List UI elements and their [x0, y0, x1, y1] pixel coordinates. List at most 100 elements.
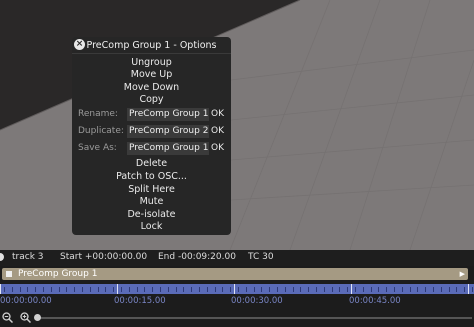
zoom-out-icon[interactable] [2, 312, 13, 323]
ruler-tick [386, 287, 388, 292]
clip-precomp-group[interactable]: PreComp Group 1 ▶ [2, 268, 468, 280]
ruler-tick [331, 287, 333, 292]
ruler-tick [19, 287, 21, 292]
time-label: 00:00:00.00 [0, 296, 52, 306]
ruler-tick [66, 287, 68, 292]
ruler-tick [378, 287, 380, 292]
copy-button[interactable]: Copy [72, 94, 231, 105]
ruler-tick [456, 287, 458, 292]
ungroup-button[interactable]: Ungroup [72, 57, 231, 68]
ruler-tick [394, 287, 395, 292]
mute-button[interactable]: Mute [72, 196, 231, 207]
lock-button[interactable]: Lock [72, 221, 231, 232]
zoom-slider-handle[interactable] [34, 314, 41, 321]
ruler-tick [82, 287, 83, 292]
move-down-button[interactable]: Move Down [72, 82, 231, 93]
ruler-tick [214, 287, 216, 292]
ruler-tick [191, 287, 193, 292]
ruler-tick [27, 287, 29, 292]
ruler-major-tick [351, 284, 352, 294]
ruler-tick [206, 287, 208, 292]
ruler-tick [175, 287, 177, 292]
ruler-tick [97, 287, 99, 292]
rename-row: Rename: PreComp Group 1 OK [76, 108, 228, 121]
clip-label: PreComp Group 1 [18, 269, 98, 279]
ruler-tick [43, 287, 44, 292]
ruler-tick [425, 287, 427, 292]
ruler-tick [121, 287, 122, 292]
timeline-ruler[interactable] [0, 284, 474, 294]
duplicate-label: Duplicate: [78, 126, 124, 136]
de-isolate-button[interactable]: De-isolate [72, 209, 231, 220]
duplicate-row: Duplicate: PreComp Group 2 OK [76, 125, 228, 138]
time-label: 00:00:15.00 [114, 296, 166, 306]
duplicate-field[interactable]: PreComp Group 2 [127, 125, 209, 138]
ruler-tick [269, 287, 271, 292]
ruler-tick [448, 287, 450, 292]
time-label: 00:00:30.00 [231, 296, 283, 306]
ruler-tick [222, 287, 224, 292]
ruler-tick [409, 287, 411, 292]
ruler-tick [105, 287, 107, 292]
ruler-tick [167, 287, 169, 292]
ruler-tick [11, 287, 13, 292]
ruler-tick [339, 287, 341, 292]
ruler-major-tick [468, 284, 469, 294]
clip-icon [6, 271, 12, 277]
rename-label: Rename: [78, 109, 118, 119]
popup-divider [72, 53, 231, 54]
ruler-tick [316, 287, 317, 292]
split-here-button[interactable]: Split Here [72, 184, 231, 195]
ruler-tick [245, 287, 247, 292]
ruler-tick [401, 287, 403, 292]
ruler-tick [433, 287, 434, 292]
time-label: 00:00:45.00 [349, 296, 401, 306]
ruler-tick [136, 287, 138, 292]
ruler-tick [440, 287, 442, 292]
timeline-times: 00:00:00.00 00:00:15.00 00:00:30.00 00:0… [0, 296, 474, 308]
popup-title: PreComp Group 1 - Options [86, 40, 217, 51]
track-end: End -00:09:20.00 [158, 252, 236, 262]
save-as-ok-button[interactable]: OK [211, 143, 224, 153]
rename-ok-button[interactable]: OK [211, 109, 224, 119]
ruler-tick [261, 287, 263, 292]
save-as-row: Save As: PreComp Group 1 OK [76, 142, 228, 155]
ruler-tick [144, 287, 146, 292]
ruler-tick [253, 287, 255, 292]
zoom-in-icon[interactable] [20, 312, 31, 323]
ruler-tick [472, 287, 473, 292]
ruler-tick [464, 287, 466, 292]
ruler-major-tick [117, 284, 118, 294]
ruler-tick [362, 287, 364, 292]
patch-to-osc-button[interactable]: Patch to OSC... [72, 171, 231, 182]
ruler-tick [58, 287, 60, 292]
save-as-label: Save As: [78, 143, 117, 153]
ruler-tick [152, 287, 154, 292]
ruler-tick [74, 287, 76, 292]
rename-field[interactable]: PreComp Group 1 [127, 108, 209, 121]
ruler-tick [199, 287, 200, 292]
ruler-major-tick [234, 284, 235, 294]
ruler-tick [183, 287, 185, 292]
ruler-tick [4, 287, 5, 292]
duplicate-ok-button[interactable]: OK [211, 126, 224, 136]
move-up-button[interactable]: Move Up [72, 69, 231, 80]
ruler-tick [89, 287, 91, 292]
save-as-field[interactable]: PreComp Group 1 [127, 142, 209, 155]
ruler-tick [308, 287, 310, 292]
options-popup: × PreComp Group 1 - Options Ungroup Move… [72, 37, 231, 235]
ruler-tick [323, 287, 325, 292]
track-name[interactable]: track 3 [12, 252, 44, 262]
ruler-tick [347, 287, 349, 292]
ruler-tick [230, 287, 232, 292]
zoom-track[interactable] [36, 317, 472, 319]
ruler-tick [238, 287, 239, 292]
ruler-tick [277, 287, 278, 292]
track-indicator-icon[interactable] [0, 253, 4, 261]
ruler-tick [128, 287, 130, 292]
ruler-tick [113, 287, 115, 292]
chevron-right-icon: ▶ [459, 270, 465, 278]
zoom-bar [0, 309, 474, 327]
ruler-tick [35, 287, 37, 292]
delete-button[interactable]: Delete [72, 158, 231, 169]
